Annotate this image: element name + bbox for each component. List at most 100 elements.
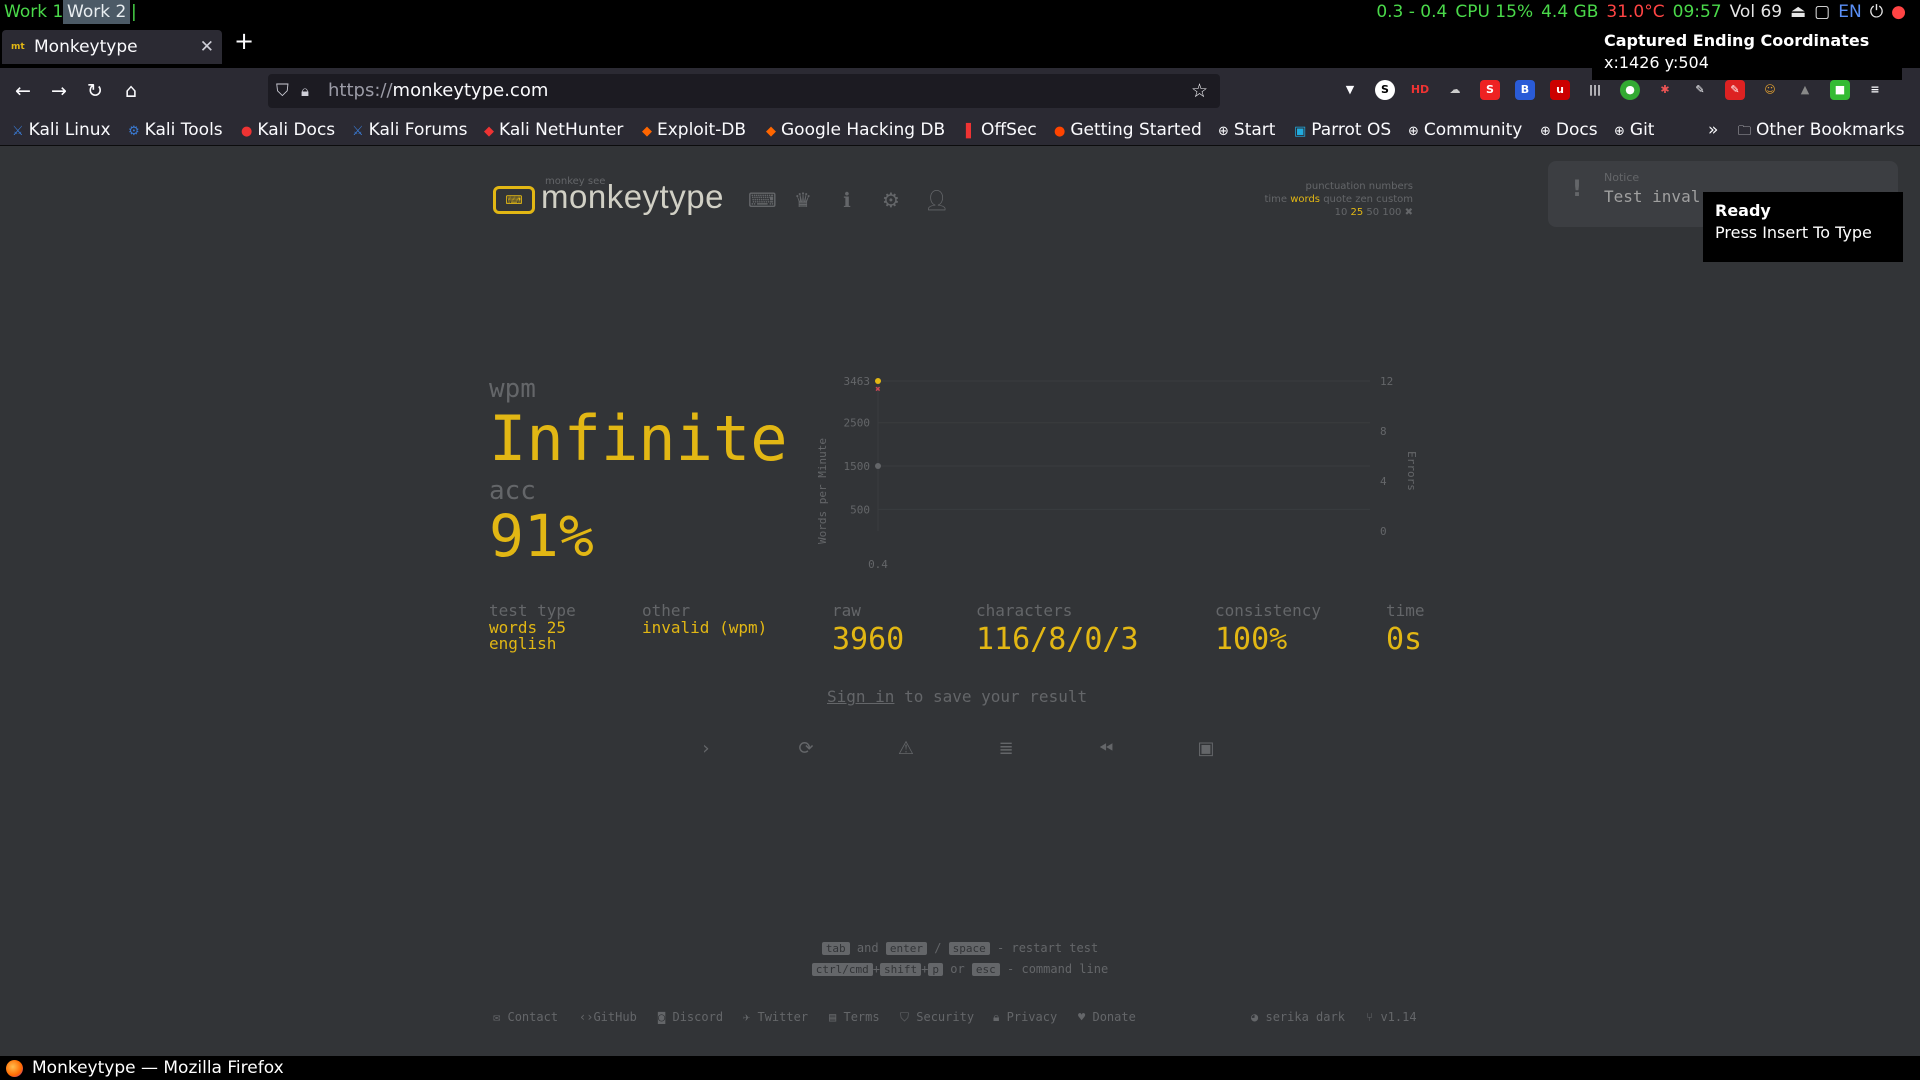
wpm-value: Infinite	[489, 402, 788, 475]
signin-text: to save your result	[894, 687, 1088, 706]
ext-bug-icon[interactable]: ✱	[1655, 80, 1675, 100]
footer-theme[interactable]: ◕ serika dark	[1251, 1010, 1345, 1024]
bookmark-item[interactable]: ⊕ Community	[1408, 116, 1522, 146]
report-warning-icon[interactable]: ⚠	[891, 734, 921, 764]
acc-value: 91%	[489, 502, 594, 570]
notice-icon: !	[1572, 177, 1583, 202]
ext-green-square-icon[interactable]: ■	[1830, 80, 1850, 100]
shield-icon[interactable]: ⛉	[276, 74, 289, 108]
ext-s-icon[interactable]: S	[1375, 80, 1395, 100]
footer-version[interactable]: ⑂ v1.14	[1366, 1010, 1417, 1024]
characters-label: characters	[976, 601, 1073, 620]
restart-tip: tab and enter / space - restart test	[0, 938, 1920, 959]
notice-message: Test inval	[1604, 187, 1701, 206]
bookmark-item[interactable]: ● Getting Started	[1054, 116, 1202, 146]
code-icon: ‹›	[579, 1010, 594, 1024]
power-icon[interactable]: ⏻	[1870, 0, 1883, 24]
home-icon[interactable]: ⌂	[116, 76, 146, 106]
bookmark-item[interactable]: ⚙ Kali Tools	[128, 116, 223, 146]
footer-contact[interactable]: ✉ Contact	[493, 1010, 558, 1024]
chart-y-ticks: 3463 2500 1500 500	[844, 375, 871, 516]
notice-title: Notice	[1604, 171, 1640, 184]
bookmark-item[interactable]: ⊕ Git	[1614, 116, 1654, 146]
time-value: 0s	[1386, 622, 1423, 657]
menu-icon[interactable]: ≡	[1865, 80, 1885, 100]
word-history-icon[interactable]: ≣	[991, 734, 1021, 764]
next-test-icon[interactable]: ›	[691, 734, 721, 764]
chart-y-tick: 500	[850, 503, 870, 516]
ext-green-icon[interactable]: ●	[1620, 80, 1640, 100]
hd-icon[interactable]: HD	[1410, 80, 1430, 100]
chart-y-tick: 3463	[844, 375, 871, 388]
screenshot-icon[interactable]: ▣	[1191, 734, 1221, 764]
bookmark-item[interactable]: ⚔ Kali Forums	[352, 116, 468, 146]
config-mode[interactable]: time words quote zen custom	[1264, 193, 1413, 206]
ext-red-s-icon[interactable]: S	[1480, 80, 1500, 100]
pocket-icon[interactable]: ▼	[1340, 80, 1360, 100]
config-word-count[interactable]: 10 25 50 100 ✖	[1264, 206, 1413, 219]
bookmark-item[interactable]: ◆ Exploit-DB	[642, 116, 746, 146]
url-text[interactable]: https://monkeytype.com	[328, 74, 548, 108]
ublock-icon[interactable]: u	[1550, 80, 1570, 100]
footer-donate[interactable]: ♥ Donate	[1078, 1010, 1136, 1024]
logo-text[interactable]: monkeytype	[541, 178, 724, 216]
url-bar[interactable]: ⛉ 🔒︎ https://monkeytype.com ☆	[268, 74, 1220, 108]
ext-blue-icon[interactable]: B	[1515, 80, 1535, 100]
characters-value: 116/8/0/3	[976, 622, 1139, 657]
volume[interactable]: Vol 69	[1730, 0, 1782, 24]
ext-pdf-icon[interactable]: ✎	[1725, 80, 1745, 100]
forward-icon[interactable]: →	[44, 76, 74, 106]
footer-discord[interactable]: ◙ Discord	[658, 1010, 723, 1024]
bookmark-item[interactable]: ◆ Kali NetHunter	[484, 116, 623, 146]
footer-security[interactable]: ⛉ Security	[900, 1010, 974, 1025]
bookmarks-overflow-icon[interactable]: »	[1708, 116, 1718, 144]
pen-icon[interactable]: ✎	[1690, 80, 1710, 100]
library-icon[interactable]: |||	[1585, 80, 1605, 100]
new-tab-button[interactable]: +	[234, 24, 254, 58]
bookmark-item[interactable]: ▣ Parrot OS	[1294, 116, 1391, 146]
config-punctuation-numbers[interactable]: punctuation numbers	[1264, 180, 1413, 193]
wpm-label: wpm	[489, 374, 536, 404]
keyboard-language[interactable]: EN	[1838, 0, 1861, 24]
cloud-icon[interactable]: ☁	[1445, 80, 1465, 100]
tab-monkeytype[interactable]: mt Monkeytype ✕	[2, 30, 222, 64]
footer-privacy[interactable]: 🔒︎ Privacy	[993, 1010, 1057, 1025]
crown-icon[interactable]: ♛	[792, 188, 814, 212]
other-bookmarks[interactable]: 🗀 Other Bookmarks	[1738, 116, 1905, 146]
lock-icon[interactable]: ⏏	[1790, 0, 1806, 24]
bookmark-star-icon[interactable]: ☆	[1191, 74, 1208, 108]
footer-twitter[interactable]: ✈ Twitter	[743, 1010, 808, 1024]
bookmark-item[interactable]: ⊕ Docs	[1540, 116, 1598, 146]
bookmark-item[interactable]: ⚔ Kali Linux	[12, 116, 111, 146]
chart-y2-tick: 0	[1380, 525, 1387, 538]
close-tab-icon[interactable]: ✕	[200, 30, 214, 64]
restart-test-icon[interactable]: ⟳	[791, 734, 821, 764]
workspace-1[interactable]: Work 1	[0, 0, 67, 24]
replay-icon[interactable]: ⏪︎	[1091, 734, 1121, 764]
reload-icon[interactable]: ↻	[80, 76, 110, 106]
ext-hat-icon[interactable]: ▲	[1795, 80, 1815, 100]
footer-github[interactable]: ‹›GitHub	[579, 1010, 637, 1024]
tooltip-title: Ready	[1715, 201, 1771, 220]
signin-link[interactable]: Sign in	[827, 687, 894, 706]
window-icon[interactable]: ▢	[1814, 0, 1830, 24]
bookmark-item[interactable]: ▌ OffSec	[966, 116, 1037, 146]
workspace-2[interactable]: Work 2	[63, 0, 131, 24]
account-icon[interactable]: 👤︎	[924, 188, 949, 212]
ext-face-icon[interactable]: ☺	[1760, 80, 1780, 100]
shutdown-icon[interactable]: ●	[1891, 0, 1906, 24]
settings-icon[interactable]: ⚙	[880, 188, 902, 212]
lock-icon[interactable]: 🔒︎	[301, 74, 309, 108]
time-label: time	[1386, 601, 1425, 620]
logo-icon[interactable]: ⌨	[493, 186, 535, 214]
info-icon[interactable]: ℹ	[836, 188, 858, 212]
footer-terms[interactable]: ▤ Terms	[829, 1010, 880, 1024]
keyboard-icon[interactable]: ⌨	[748, 188, 777, 212]
back-icon[interactable]: ←	[8, 76, 38, 106]
bookmark-item[interactable]: ⊕ Start	[1218, 116, 1275, 146]
chart-y2label: Errors	[1405, 451, 1418, 491]
tab-title: Monkeytype	[34, 37, 138, 57]
bookmark-item[interactable]: ◆ Google Hacking DB	[766, 116, 945, 146]
bookmarks-bar: ⚔ Kali Linux ⚙ Kali Tools ● Kali Docs ⚔ Kali…	[0, 114, 1920, 146]
bookmark-item[interactable]: ● Kali Docs	[241, 116, 335, 146]
